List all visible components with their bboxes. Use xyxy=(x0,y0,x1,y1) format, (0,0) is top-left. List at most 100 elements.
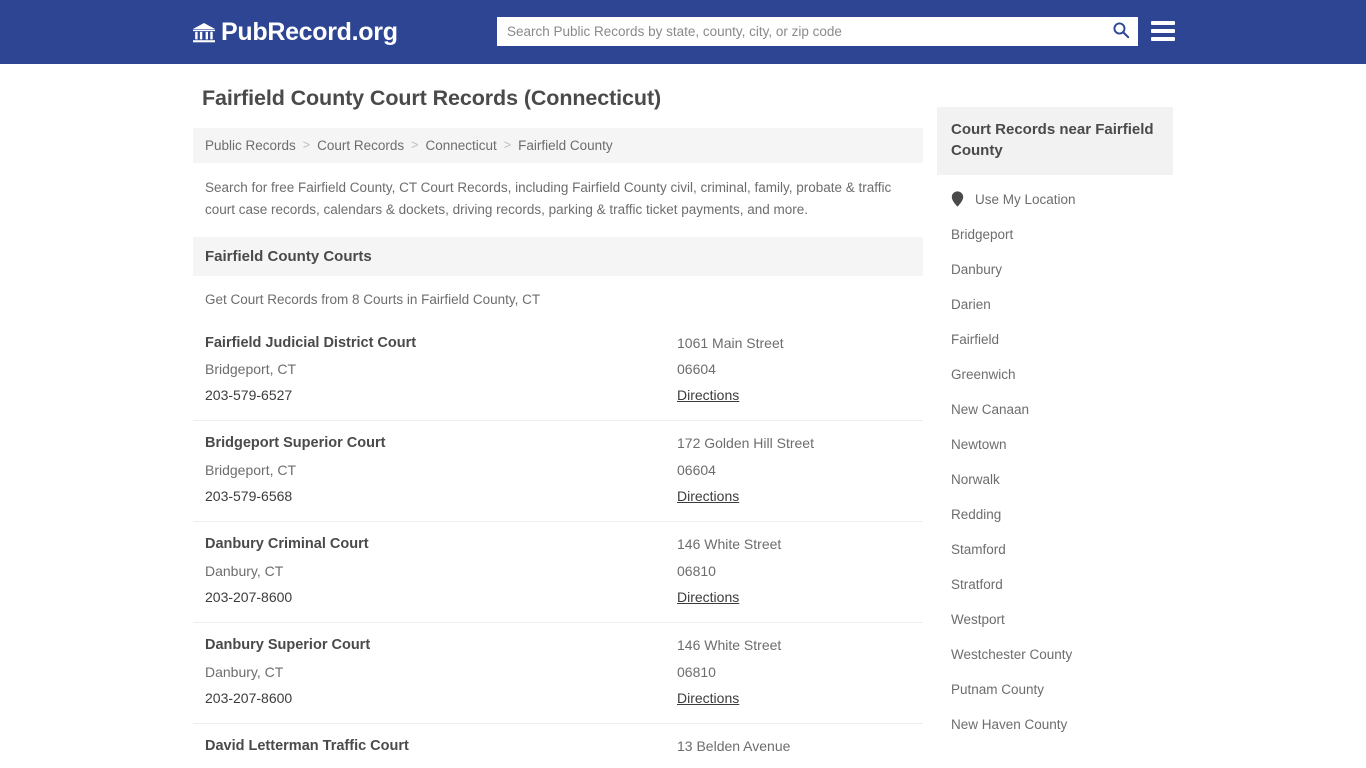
court-address: 146 White Street xyxy=(677,637,782,654)
use-my-location-link[interactable]: Use My Location xyxy=(975,192,1076,207)
court-info-left: Danbury Criminal Court Danbury, CT 203-207… xyxy=(205,532,677,610)
sidebar-place-link[interactable]: Danbury xyxy=(951,262,1002,277)
court-directions-wrap: Directions xyxy=(677,382,911,408)
sidebar-item-greenwich[interactable]: Greenwich xyxy=(937,357,1173,392)
sidebar-place-link[interactable]: Putnam County xyxy=(951,682,1044,697)
court-info-left: Fairfield Judicial District Court Bridgep… xyxy=(205,331,677,409)
sidebar-item-fairfield[interactable]: Fairfield xyxy=(937,322,1173,357)
sidebar-item-stamford[interactable]: Stamford xyxy=(937,532,1173,567)
court-info-right: 1061 Main Street 06604 Directions xyxy=(677,331,911,409)
sidebar-item-bridgeport[interactable]: Bridgeport xyxy=(937,217,1173,252)
breadcrumb-separator: > xyxy=(302,138,311,153)
main-column: Fairfield County Court Records (Connecti… xyxy=(193,86,923,768)
court-address: 13 Belden Avenue xyxy=(677,737,791,754)
hamburger-bar xyxy=(1151,37,1175,41)
search-button[interactable] xyxy=(1104,17,1138,46)
court-address: 1061 Main Street xyxy=(677,334,784,351)
sidebar-item-newtown[interactable]: Newtown xyxy=(937,427,1173,462)
section-header-courts: Fairfield County Courts xyxy=(193,236,923,276)
sidebar-item-new-haven-county[interactable]: New Haven County xyxy=(937,707,1173,742)
court-row: Bridgeport Superior Court Bridgeport, CT 2… xyxy=(193,421,923,523)
directions-link[interactable]: Directions xyxy=(677,685,739,711)
sidebar-item-putnam-county[interactable]: Putnam County xyxy=(937,672,1173,707)
sidebar-place-link[interactable]: Bridgeport xyxy=(951,227,1013,242)
sidebar-place-link[interactable]: Stratford xyxy=(951,577,1003,592)
sidebar-place-link[interactable]: Norwalk xyxy=(951,472,1000,487)
hamburger-bar xyxy=(1151,29,1175,33)
court-phone: 203-207-8600 xyxy=(205,689,293,706)
page-body: Fairfield County Court Records (Connecti… xyxy=(0,64,1366,768)
directions-link[interactable]: Directions xyxy=(677,483,739,509)
site-logo-link[interactable]: PubRecord.org xyxy=(192,17,398,46)
site-logo-text: PubRecord.org xyxy=(221,17,398,46)
sidebar-item-danbury[interactable]: Danbury xyxy=(937,252,1173,287)
sidebar: Court Records near Fairfield County Use … xyxy=(937,86,1173,742)
sidebar-item-use-my-location[interactable]: Use My Location xyxy=(937,181,1173,217)
court-directions-wrap: Directions xyxy=(677,584,911,610)
sidebar-place-link[interactable]: Fairfield xyxy=(951,332,999,347)
sidebar-place-link[interactable]: Newtown xyxy=(951,437,1007,452)
breadcrumb-item-court-records[interactable]: Court Records xyxy=(317,138,404,153)
court-zip: 06604 xyxy=(677,361,716,378)
content-container: Fairfield County Court Records (Connecti… xyxy=(193,64,1173,768)
court-phone: 203-579-6568 xyxy=(205,488,293,505)
section-subtitle: Get Court Records from 8 Courts in Fairf… xyxy=(205,291,541,307)
court-zip: 06810 xyxy=(677,562,716,579)
sidebar-place-link[interactable]: New Canaan xyxy=(951,402,1029,417)
hamburger-menu-icon[interactable] xyxy=(1151,20,1175,42)
breadcrumb-item-public-records[interactable]: Public Records xyxy=(205,138,296,153)
court-info-left: Bridgeport Superior Court Bridgeport, CT 2… xyxy=(205,431,677,509)
site-header: PubRecord.org xyxy=(0,0,1366,64)
court-info-right: 146 White Street 06810 Directions xyxy=(677,633,911,711)
sidebar-place-link[interactable]: Redding xyxy=(951,507,1001,522)
classical-building-icon xyxy=(192,21,216,45)
breadcrumb-item-connecticut[interactable]: Connecticut xyxy=(425,138,496,153)
intro-description: Search for free Fairfield County, CT Cou… xyxy=(205,179,892,217)
sidebar-places-list: Bridgeport Danbury Darien Fairfield Greenwic… xyxy=(937,217,1173,742)
page-title: Fairfield County Court Records (Connecti… xyxy=(202,86,662,110)
court-name-link[interactable]: Danbury Criminal Court xyxy=(205,532,677,558)
sidebar-place-link[interactable]: Stamford xyxy=(951,542,1006,557)
court-city: Danbury, CT xyxy=(205,563,284,580)
court-address: 172 Golden Hill Street xyxy=(677,435,814,452)
sidebar-item-westport[interactable]: Westport xyxy=(937,602,1173,637)
court-row: Fairfield Judicial District Court Bridgep… xyxy=(193,321,923,422)
sidebar-place-link[interactable]: Greenwich xyxy=(951,367,1016,382)
court-zip: 06810 xyxy=(677,663,716,680)
court-city: Bridgeport, CT xyxy=(205,361,297,378)
court-directions-wrap: Directions xyxy=(677,685,911,711)
court-info-left: Danbury Superior Court Danbury, CT 203-207… xyxy=(205,633,677,711)
directions-link[interactable]: Directions xyxy=(677,382,739,408)
court-list: Fairfield Judicial District Court Bridgep… xyxy=(193,321,923,768)
court-address: 146 White Street xyxy=(677,536,782,553)
sidebar-item-stratford[interactable]: Stratford xyxy=(937,567,1173,602)
sidebar-place-link[interactable]: Westport xyxy=(951,612,1005,627)
court-row: Danbury Criminal Court Danbury, CT 203-207… xyxy=(193,522,923,624)
court-city: Bridgeport, CT xyxy=(205,462,297,479)
court-city: Danbury, CT xyxy=(205,663,284,680)
search-icon xyxy=(1112,21,1130,42)
court-name-link[interactable]: David Letterman Traffic Court xyxy=(205,734,677,760)
breadcrumb-separator: > xyxy=(503,138,512,153)
court-name-link[interactable]: Danbury Superior Court xyxy=(205,633,677,659)
court-info-right: 146 White Street 06810 Directions xyxy=(677,532,911,610)
sidebar-place-link[interactable]: New Haven County xyxy=(951,717,1067,732)
sidebar-item-darien[interactable]: Darien xyxy=(937,287,1173,322)
sidebar-item-norwalk[interactable]: Norwalk xyxy=(937,462,1173,497)
court-row: Danbury Superior Court Danbury, CT 203-207… xyxy=(193,623,923,724)
directions-link[interactable]: Directions xyxy=(677,584,739,610)
court-row: David Letterman Traffic CourtNorwalk, CT… xyxy=(193,724,923,768)
sidebar-place-link[interactable]: Darien xyxy=(951,297,991,312)
court-info-right: 13 Belden Avenue06850Directions xyxy=(677,734,911,768)
court-name-link[interactable]: Bridgeport Superior Court xyxy=(205,431,677,457)
sidebar-item-westchester-county[interactable]: Westchester County xyxy=(937,637,1173,672)
sidebar-item-new-canaan[interactable]: New Canaan xyxy=(937,392,1173,427)
map-pin-icon xyxy=(951,191,964,207)
search-input[interactable] xyxy=(497,17,1104,46)
court-phone: 203-207-8600 xyxy=(205,589,293,606)
court-city: Norwalk, CT xyxy=(205,760,677,768)
breadcrumb-item-fairfield-county: Fairfield County xyxy=(518,137,613,153)
court-name-link[interactable]: Fairfield Judicial District Court xyxy=(205,331,677,357)
sidebar-place-link[interactable]: Westchester County xyxy=(951,647,1072,662)
sidebar-item-redding[interactable]: Redding xyxy=(937,497,1173,532)
